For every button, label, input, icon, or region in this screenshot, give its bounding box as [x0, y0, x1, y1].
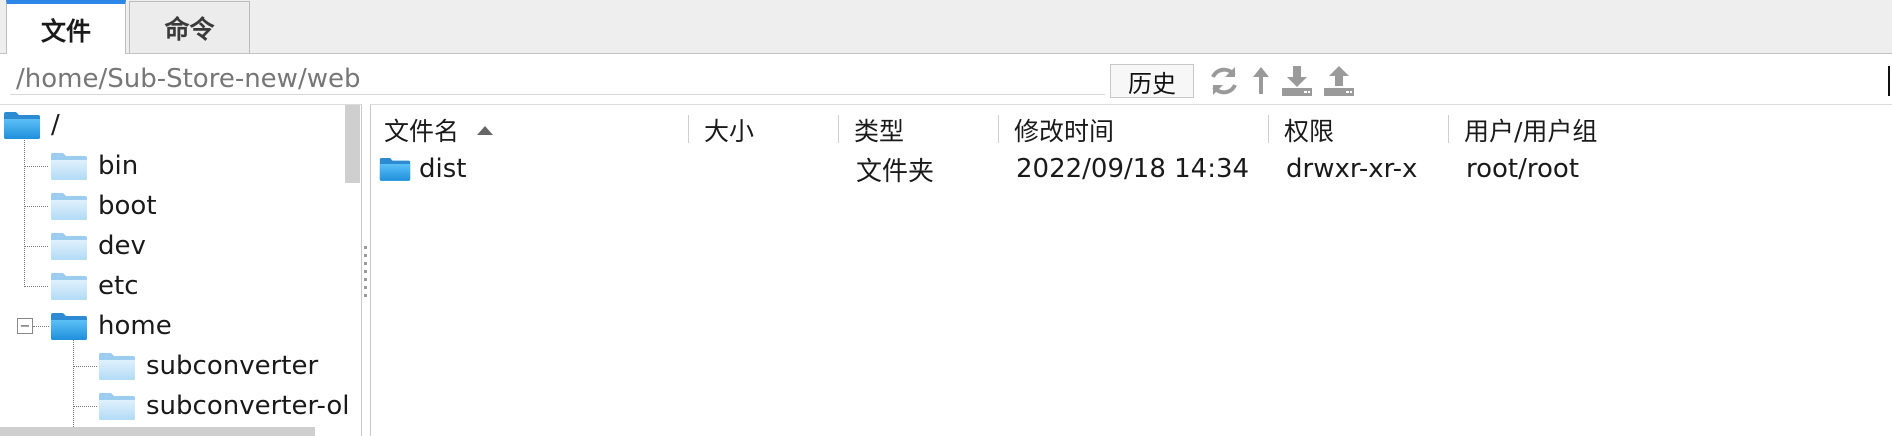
- tree-item-subconverter[interactable]: subconverter: [98, 346, 318, 386]
- tree-connector: [24, 166, 48, 167]
- column-header-owner[interactable]: 用户/用户组: [1464, 113, 1597, 147]
- tree-item-label: etc: [98, 271, 139, 301]
- tree-connector: [73, 366, 97, 367]
- path-input[interactable]: [10, 63, 1105, 95]
- tree-item-root[interactable]: /: [3, 105, 60, 145]
- folder-icon: [50, 151, 88, 181]
- column-resizer[interactable]: [838, 115, 839, 143]
- tab-bar: 文件 命令: [0, 0, 1892, 55]
- file-modified: 2022/09/18 14:34: [1016, 154, 1250, 184]
- tree-item-label: /: [51, 110, 60, 140]
- file-type: 文件夹: [856, 156, 935, 187]
- collapse-toggle[interactable]: −: [17, 318, 33, 334]
- file-permissions: drwxr-xr-x: [1286, 154, 1418, 184]
- tree-connector: [73, 406, 97, 407]
- tree-connector: [33, 326, 49, 327]
- column-header-size[interactable]: 大小: [704, 113, 754, 147]
- column-resizer[interactable]: [688, 115, 689, 143]
- tree-item-boot[interactable]: boot: [50, 186, 157, 226]
- column-header-label: 文件名: [384, 117, 460, 146]
- tree-connector: [24, 246, 48, 247]
- tree-item-label: bin: [98, 151, 139, 181]
- tab-files[interactable]: 文件: [6, 0, 126, 55]
- directory-tree: / bin boot dev etc − home subconverter s…: [0, 104, 362, 436]
- up-directory-icon[interactable]: [1248, 64, 1282, 98]
- tree-item-subconverter-ol[interactable]: subconverter-ol: [98, 386, 350, 426]
- column-resizer[interactable]: [1268, 115, 1269, 143]
- column-header-modified[interactable]: 修改时间: [1014, 113, 1114, 147]
- folder-icon: [50, 271, 88, 301]
- tree-item-label: home: [98, 311, 172, 341]
- tree-vertical-scrollbar[interactable]: [345, 105, 360, 183]
- file-list: 文件名 大小 类型 修改时间 权限 用户/用户组 dist 文件夹 2022/0…: [370, 104, 1892, 436]
- folder-icon: [50, 231, 88, 261]
- tree-item-label: dev: [98, 231, 146, 261]
- table-row[interactable]: dist: [379, 149, 466, 189]
- pane-splitter[interactable]: [362, 104, 370, 436]
- column-header-name[interactable]: 文件名: [384, 113, 494, 147]
- tree-connector: [24, 286, 48, 287]
- column-header-permissions[interactable]: 权限: [1284, 113, 1334, 147]
- sort-ascending-icon: [477, 125, 494, 135]
- tab-commands[interactable]: 命令: [129, 1, 250, 53]
- tree-item-label: subconverter-ol: [146, 391, 350, 421]
- refresh-icon[interactable]: [1207, 64, 1241, 98]
- tree-item-home[interactable]: home: [50, 306, 172, 346]
- tree-horizontal-scrollbar[interactable]: [0, 427, 315, 436]
- tree-item-label: boot: [98, 191, 157, 221]
- file-owner: root/root: [1466, 154, 1580, 184]
- history-button[interactable]: 历史: [1110, 64, 1194, 98]
- column-header-type[interactable]: 类型: [854, 113, 904, 147]
- folder-icon: [50, 191, 88, 221]
- path-bar: 历史: [0, 54, 1892, 104]
- folder-icon: [379, 155, 411, 183]
- tree-item-bin[interactable]: bin: [50, 146, 138, 186]
- file-name: dist: [419, 154, 467, 184]
- tree-connector: [73, 337, 74, 436]
- folder-icon: [98, 351, 136, 381]
- tree-connector: [24, 206, 48, 207]
- tree-item-dev[interactable]: dev: [50, 226, 146, 266]
- column-resizer[interactable]: [998, 115, 999, 143]
- column-resizer[interactable]: [1448, 115, 1449, 143]
- upload-icon[interactable]: [1322, 64, 1356, 98]
- tree-item-label: subconverter: [146, 351, 319, 381]
- pane-edge: [1888, 66, 1890, 96]
- tree-item-etc[interactable]: etc: [50, 266, 139, 306]
- folder-icon: [3, 110, 41, 140]
- download-icon[interactable]: [1280, 64, 1314, 98]
- folder-icon: [98, 391, 136, 421]
- folder-icon: [50, 311, 88, 341]
- tree-connector: [24, 125, 25, 285]
